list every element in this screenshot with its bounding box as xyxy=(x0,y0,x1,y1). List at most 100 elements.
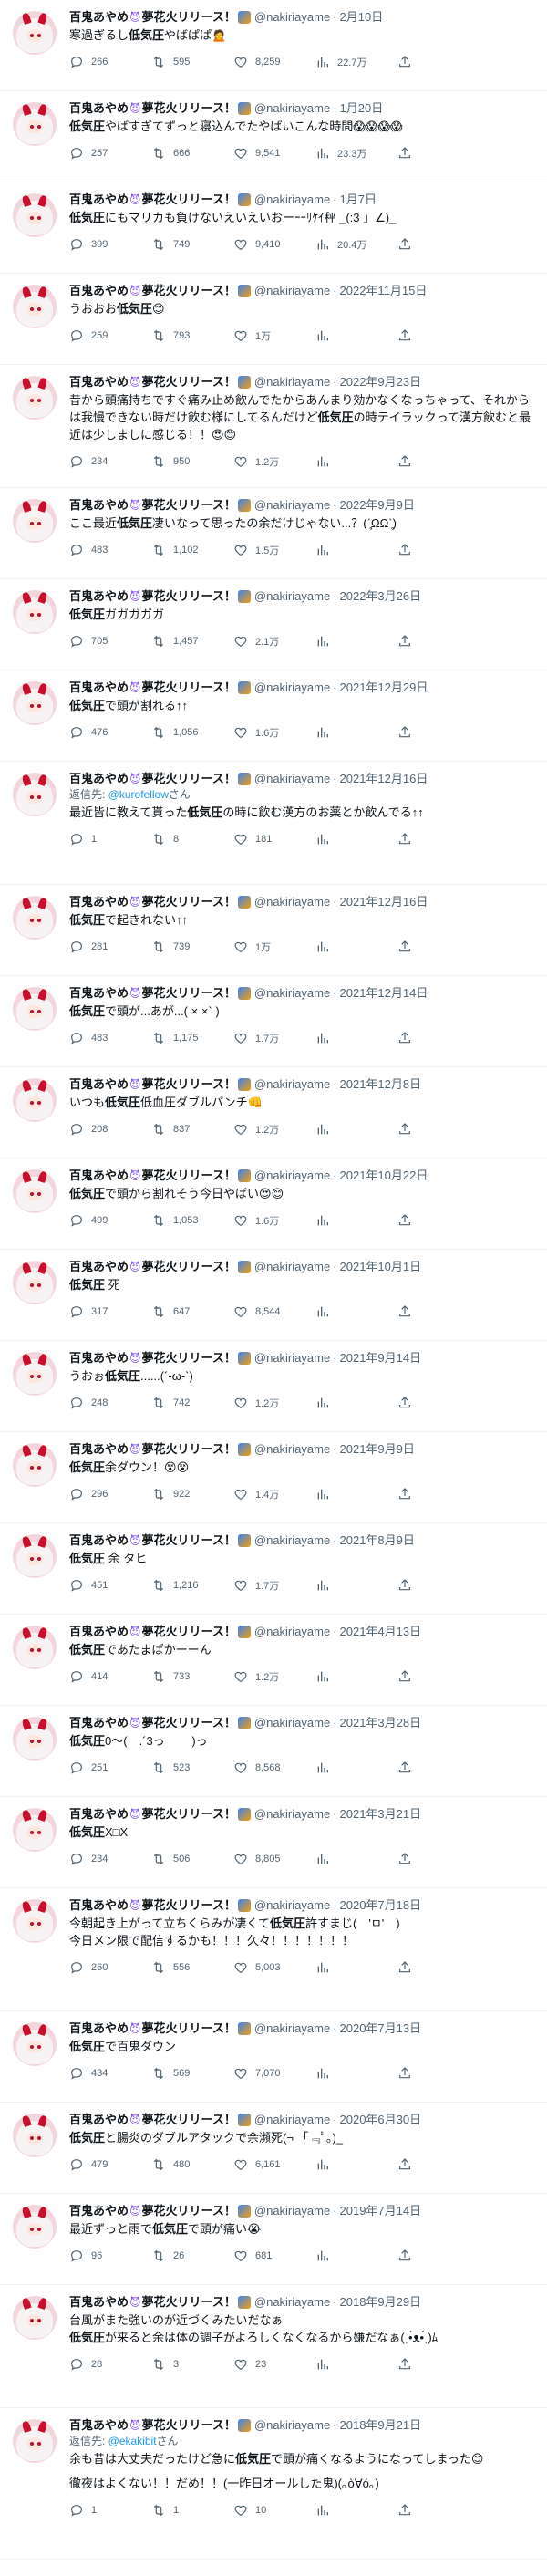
author-name[interactable]: 百鬼あやめ😈夢花火リリース！ xyxy=(69,1076,236,1093)
retweet-button[interactable]: 749 xyxy=(151,237,233,252)
reply-button[interactable]: 705 xyxy=(69,634,151,649)
retweet-button[interactable]: 922 xyxy=(151,1487,233,1501)
author-handle[interactable]: @nakiriayame xyxy=(254,9,330,26)
avatar[interactable] xyxy=(13,1899,57,1943)
tweet-date[interactable]: 2022年9月23日 xyxy=(340,374,422,390)
author-name[interactable]: 百鬼あやめ😈夢花火リリース！ xyxy=(69,2417,236,2434)
tweet[interactable]: 百鬼あやめ😈夢花火リリース！ @nakiriayame · 2021年3月21日… xyxy=(0,1797,547,1888)
avatar[interactable] xyxy=(13,896,57,940)
tweet[interactable]: 百鬼あやめ😈夢花火リリース！ @nakiriayame · 2021年10月1日… xyxy=(0,1250,547,1341)
tweet-date[interactable]: 2021年3月28日 xyxy=(340,1715,422,1731)
author-name[interactable]: 百鬼あやめ😈夢花火リリース！ xyxy=(69,1715,236,1731)
reply-button[interactable]: 414 xyxy=(69,1669,151,1684)
reply-button[interactable]: 434 xyxy=(69,2066,151,2081)
share-button[interactable] xyxy=(397,634,416,649)
avatar[interactable] xyxy=(13,1534,57,1578)
reply-button[interactable]: 483 xyxy=(69,543,151,557)
author-name[interactable]: 百鬼あやめ😈夢花火リリース！ xyxy=(69,2112,236,2128)
avatar[interactable] xyxy=(13,102,57,146)
share-button[interactable] xyxy=(397,2503,416,2518)
share-button[interactable] xyxy=(397,1761,416,1775)
like-button[interactable]: 5,003 xyxy=(233,1960,315,1975)
author-handle[interactable]: @nakiriayame xyxy=(254,771,330,787)
tweet[interactable]: 百鬼あやめ😈夢花火リリース！ @nakiriayame · 2018年9月21日… xyxy=(0,2408,547,2560)
tweet[interactable]: 百鬼あやめ😈夢花火リリース！ @nakiriayame · 2021年8月9日 … xyxy=(0,1523,547,1615)
views-button[interactable] xyxy=(315,1213,397,1228)
retweet-button[interactable]: 595 xyxy=(151,55,233,69)
retweet-button[interactable]: 793 xyxy=(151,328,233,343)
reply-button[interactable]: 479 xyxy=(69,2157,151,2172)
avatar[interactable] xyxy=(13,499,57,543)
avatar[interactable] xyxy=(13,1717,57,1761)
tweet[interactable]: 百鬼あやめ😈夢花火リリース！ @nakiriayame · 2021年9月14日… xyxy=(0,1341,547,1432)
tweet-date[interactable]: 2021年12月16日 xyxy=(340,894,428,910)
views-button[interactable] xyxy=(315,634,397,649)
tweet-date[interactable]: 2021年10月22日 xyxy=(340,1168,428,1184)
share-button[interactable] xyxy=(397,1396,416,1410)
reply-button[interactable]: 259 xyxy=(69,328,151,343)
like-button[interactable]: 1万 xyxy=(233,940,315,954)
tweet-date[interactable]: 2022年3月26日 xyxy=(340,588,422,605)
author-handle[interactable]: @nakiriayame xyxy=(254,2112,330,2128)
like-button[interactable]: 6,161 xyxy=(233,2157,315,2172)
author-name[interactable]: 百鬼あやめ😈夢花火リリース！ xyxy=(69,985,236,1002)
author-handle[interactable]: @nakiriayame xyxy=(254,680,330,696)
retweet-button[interactable]: 506 xyxy=(151,1852,233,1866)
like-button[interactable]: 23 xyxy=(233,2357,315,2372)
author-handle[interactable]: @nakiriayame xyxy=(254,283,330,299)
avatar[interactable] xyxy=(13,1443,57,1487)
tweet-date[interactable]: 2月10日 xyxy=(340,9,384,26)
reply-button[interactable]: 399 xyxy=(69,237,151,252)
author-name[interactable]: 百鬼あやめ😈夢花火リリース！ xyxy=(69,497,236,514)
tweet[interactable]: 百鬼あやめ😈夢花火リリース！ @nakiriayame · 2021年9月9日 … xyxy=(0,1432,547,1523)
author-name[interactable]: 百鬼あやめ😈夢花火リリース！ xyxy=(69,2294,236,2311)
author-name[interactable]: 百鬼あやめ😈夢花火リリース！ xyxy=(69,2203,236,2219)
tweet-date[interactable]: 2020年7月18日 xyxy=(340,1897,422,1914)
reply-button[interactable]: 260 xyxy=(69,1960,151,1975)
like-button[interactable]: 8,544 xyxy=(233,1304,315,1319)
tweet[interactable]: 百鬼あやめ😈夢花火リリース！ @nakiriayame · 2021年4月13日… xyxy=(0,1615,547,1706)
tweet-date[interactable]: 2021年4月13日 xyxy=(340,1624,422,1640)
retweet-button[interactable]: 742 xyxy=(151,1396,233,1410)
retweet-button[interactable]: 1,175 xyxy=(151,1031,233,1045)
avatar[interactable] xyxy=(13,193,57,237)
share-button[interactable] xyxy=(397,328,416,343)
author-handle[interactable]: @nakiriayame xyxy=(254,2294,330,2311)
reply-button[interactable]: 257 xyxy=(69,146,151,161)
tweet-date[interactable]: 1月7日 xyxy=(340,192,377,208)
share-button[interactable] xyxy=(397,1031,416,1045)
share-button[interactable] xyxy=(397,2249,416,2263)
author-handle[interactable]: @nakiriayame xyxy=(254,2417,330,2434)
tweet[interactable]: 百鬼あやめ😈夢花火リリース！ @nakiriayame · 2018年9月29日… xyxy=(0,2285,547,2408)
views-button[interactable] xyxy=(315,1304,397,1319)
tweet[interactable]: 百鬼あやめ😈夢花火リリース！ @nakiriayame · 2021年3月28日… xyxy=(0,1706,547,1797)
views-button[interactable] xyxy=(315,1669,397,1684)
reply-button[interactable]: 234 xyxy=(69,1852,151,1866)
retweet-button[interactable]: 733 xyxy=(151,1669,233,1684)
reply-button[interactable]: 234 xyxy=(69,454,151,469)
like-button[interactable]: 1.4万 xyxy=(233,1487,315,1501)
like-button[interactable]: 8,568 xyxy=(233,1761,315,1775)
tweet-date[interactable]: 2020年7月13日 xyxy=(340,2020,422,2037)
like-button[interactable]: 7,070 xyxy=(233,2066,315,2081)
avatar[interactable] xyxy=(13,773,57,816)
share-button[interactable] xyxy=(397,1960,416,1975)
share-button[interactable] xyxy=(397,237,416,252)
views-button[interactable] xyxy=(315,1396,397,1410)
share-button[interactable] xyxy=(397,725,416,740)
reply-button[interactable]: 499 xyxy=(69,1213,151,1228)
author-handle[interactable]: @nakiriayame xyxy=(254,894,330,910)
tweet[interactable]: 百鬼あやめ😈夢花火リリース！ @nakiriayame · 1月20日 低気圧や… xyxy=(0,91,547,182)
avatar[interactable] xyxy=(13,2296,57,2340)
like-button[interactable]: 9,410 xyxy=(233,237,315,252)
avatar[interactable] xyxy=(13,681,57,725)
author-handle[interactable]: @nakiriayame xyxy=(254,588,330,605)
tweet-date[interactable]: 2021年12月14日 xyxy=(340,985,428,1002)
tweet-date[interactable]: 2018年9月29日 xyxy=(340,2294,422,2311)
share-button[interactable] xyxy=(397,832,416,847)
share-button[interactable] xyxy=(397,1578,416,1593)
like-button[interactable]: 8,805 xyxy=(233,1852,315,1866)
author-handle[interactable]: @nakiriayame xyxy=(254,2020,330,2037)
tweet-date[interactable]: 2021年8月9日 xyxy=(340,1532,415,1549)
tweet[interactable]: 百鬼あやめ😈夢花火リリース！ @nakiriayame · 2021年12月14… xyxy=(0,976,547,1067)
